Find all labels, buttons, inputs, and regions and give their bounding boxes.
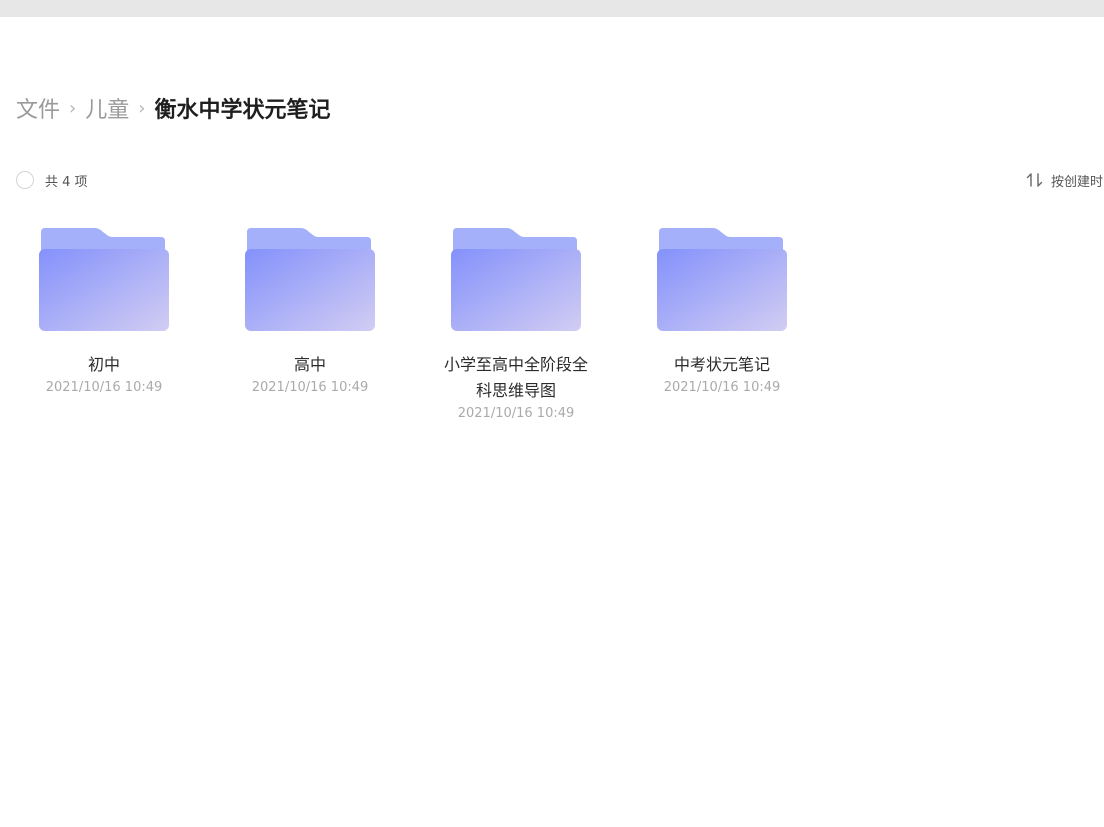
breadcrumb-current: 衡水中学状元笔记 bbox=[154, 98, 331, 123]
breadcrumb: 文件 › 儿童 › 衡水中学状元笔记 bbox=[16, 92, 330, 124]
folder-date: 2021/10/16 10:49 bbox=[45, 380, 163, 395]
breadcrumb-item-files[interactable]: 文件 bbox=[16, 92, 60, 124]
breadcrumb-separator: › bbox=[69, 97, 77, 119]
folder-icon bbox=[24, 224, 184, 332]
folder-name: 初中 bbox=[87, 355, 120, 374]
folder-date: 2021/10/16 10:49 bbox=[663, 380, 781, 395]
item-count: 共 4 项 bbox=[45, 174, 88, 190]
folder-item[interactable]: 中考状元笔记 2021/10/16 10:49 bbox=[642, 224, 802, 397]
folder-name: 中考状元笔记 bbox=[673, 355, 770, 374]
folder-icon bbox=[436, 224, 596, 332]
select-all-checkbox[interactable] bbox=[16, 171, 34, 189]
folder-item[interactable]: 初中 2021/10/16 10:49 bbox=[24, 224, 184, 397]
breadcrumb-separator: › bbox=[138, 97, 146, 119]
list-toolbar: 共 4 项 bbox=[16, 169, 88, 191]
sort-button[interactable]: 按创建时 bbox=[1026, 170, 1103, 190]
folder-icon bbox=[230, 224, 390, 332]
folder-name: 高中 bbox=[293, 355, 326, 374]
folder-item[interactable]: 高中 2021/10/16 10:49 bbox=[230, 224, 390, 397]
folder-icon bbox=[642, 224, 802, 332]
breadcrumb-item-children[interactable]: 儿童 bbox=[85, 92, 129, 124]
folder-date: 2021/10/16 10:49 bbox=[251, 380, 369, 395]
folder-name: 小学至高中全阶段全科思维导图 bbox=[444, 355, 589, 400]
sort-icon bbox=[1026, 172, 1044, 188]
folder-item[interactable]: 小学至高中全阶段全科思维导图 2021/10/16 10:49 bbox=[436, 224, 596, 423]
folder-date: 2021/10/16 10:49 bbox=[457, 406, 575, 421]
window-top-bar bbox=[0, 0, 1104, 17]
sort-label: 按创建时 bbox=[1051, 174, 1104, 190]
